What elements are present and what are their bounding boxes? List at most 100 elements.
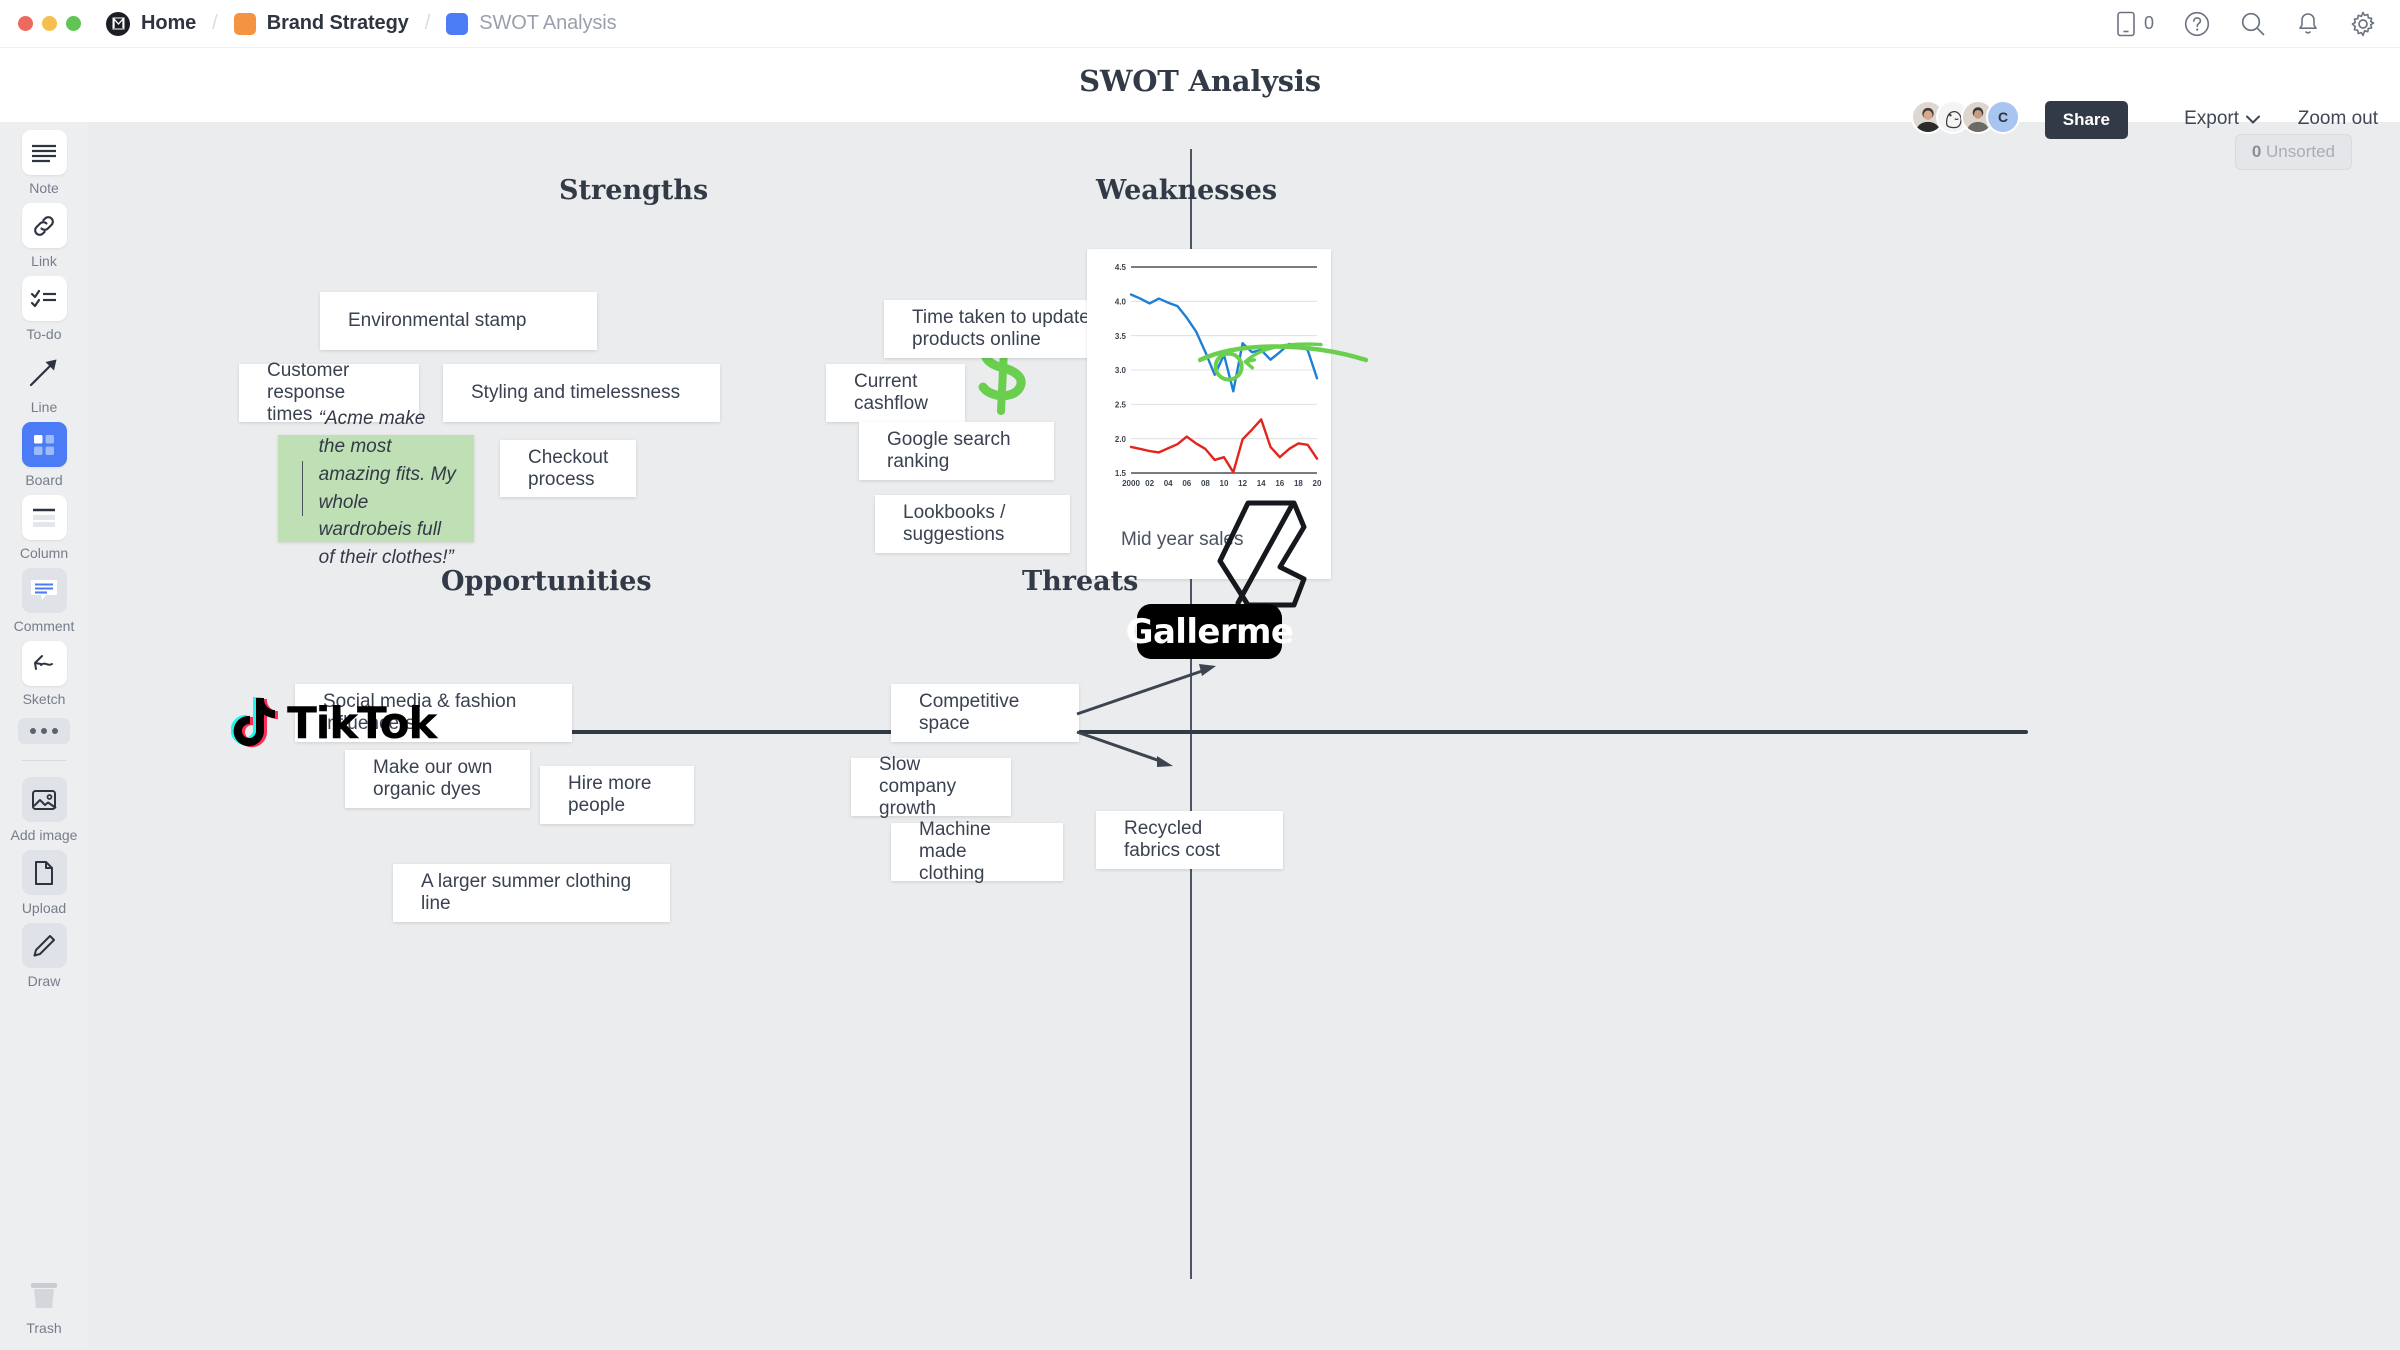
svg-text:16: 16 (1275, 479, 1284, 488)
note-icon (32, 144, 56, 162)
card-text: Checkout process (528, 446, 609, 490)
search-icon[interactable] (2240, 11, 2266, 37)
maximize-window-button[interactable] (66, 16, 81, 31)
sidebar-item-note[interactable]: Note (21, 130, 67, 196)
card-slow-company-growth[interactable]: Slow company growth (851, 754, 1011, 819)
zoom-out-button[interactable]: Zoom out (2298, 108, 2378, 130)
pencil-icon (33, 934, 55, 956)
sidebar-item-board[interactable]: Board (21, 422, 67, 488)
breadcrumb-item-current[interactable]: SWOT Analysis (446, 12, 617, 35)
sidebar-item-draw[interactable]: Draw (21, 923, 67, 989)
sidebar-item-sketch[interactable]: Sketch (21, 641, 67, 707)
pencil-icon-wrap (21, 923, 67, 968)
card-text: Google search ranking (887, 429, 1011, 472)
bell-icon[interactable] (2296, 11, 2320, 37)
sidebar-item-link[interactable]: Link (21, 203, 67, 269)
sidebar-item-upload[interactable]: Upload (21, 850, 67, 916)
help-icon[interactable] (2184, 11, 2210, 37)
sidebar-item-add-image[interactable]: Add image (10, 777, 78, 843)
board-icon-wrap (21, 422, 67, 467)
gear-icon[interactable] (2350, 11, 2376, 37)
sidebar-item-board-label: Board (25, 472, 63, 488)
card-styling-and-timelessness[interactable]: Styling and timelessness (443, 364, 720, 422)
quadrant-title-weaknesses: Weaknesses (1096, 175, 1278, 206)
link-icon (34, 215, 54, 236)
sidebar-item-trash[interactable]: Trash (24, 1275, 64, 1336)
sidebar-item-line-label: Line (30, 399, 58, 415)
avatar[interactable]: C (1986, 100, 2020, 134)
sidebar-divider (22, 760, 66, 761)
sidebar-item-sketch-label: Sketch (22, 691, 66, 707)
mobile-device-count: 0 (2143, 13, 2154, 33)
breadcrumb: Home / Brand Strategy / SWOT Analysis (106, 11, 617, 36)
sidebar-item-line[interactable]: Line (22, 349, 67, 415)
svg-text:02: 02 (1145, 479, 1154, 488)
card-current-cashflow[interactable]: Current cashflow (826, 364, 965, 422)
board-header-bar: SWOT Analysis C Share Export Zoom out (0, 48, 2400, 139)
card-hire-more-people[interactable]: Hire more people (540, 766, 694, 824)
minimize-window-button[interactable] (42, 16, 57, 31)
board-icon (34, 434, 54, 455)
card-lookbooks-suggestions[interactable]: Lookbooks / suggestions (875, 495, 1070, 553)
card-text: A larger summer clothing line (421, 871, 632, 914)
sidebar-item-upload-label: Upload (21, 900, 67, 916)
sketch-icon-wrap (21, 641, 67, 686)
export-button[interactable]: Export (2184, 108, 2260, 130)
link-icon-wrap (21, 203, 67, 248)
breadcrumb-project-label: Brand Strategy (266, 12, 409, 34)
card-make-our-own-organic-dyes[interactable]: Make our own organic dyes (345, 750, 530, 808)
quadrant-title-strengths: Strengths (559, 175, 709, 206)
sidebar-item-comment[interactable]: Comment (14, 568, 74, 634)
mobile-icon (2117, 11, 2135, 36)
more-tools-button[interactable] (18, 718, 70, 744)
card-recycled-fabrics-cost[interactable]: Recycled fabrics cost (1096, 811, 1283, 869)
svg-text:3.0: 3.0 (1115, 366, 1127, 375)
close-window-button[interactable] (18, 16, 33, 31)
unsorted-badge[interactable]: 0 Unsorted (2234, 134, 2352, 170)
svg-text:3.5: 3.5 (1115, 332, 1127, 341)
card-text: Slow company growth (879, 754, 957, 819)
todo-icon (30, 289, 56, 307)
note-icon-wrap (21, 130, 67, 175)
tiktok-note-icon (231, 697, 278, 748)
tiktok-logo-icon[interactable]: TikTok (231, 696, 438, 750)
dot (30, 728, 36, 734)
card-text: Environmental stamp (348, 310, 527, 331)
window-controls[interactable] (18, 16, 81, 31)
chevron-down-icon (2246, 115, 2260, 123)
breadcrumb-separator-2: / (424, 12, 431, 34)
svg-text:2.5: 2.5 (1115, 401, 1127, 410)
milanote-app-window: Home / Brand Strategy / SWOT Analysis 0 (0, 0, 2400, 1350)
share-button[interactable]: Share (2044, 101, 2128, 139)
sidebar-item-column[interactable]: Column (20, 495, 68, 561)
card-customer-quote[interactable]: “Acme make the most amazing fits. My who… (278, 408, 474, 568)
card-environmental-stamp[interactable]: Environmental stamp (320, 292, 597, 350)
gallerme-logo-icon[interactable]: Gallerme (1126, 604, 1294, 659)
breadcrumb-item-project[interactable]: Brand Strategy (233, 12, 409, 35)
card-a-larger-summer-clothing-line[interactable]: A larger summer clothing line (393, 864, 670, 922)
title-bar: Home / Brand Strategy / SWOT Analysis 0 (0, 0, 2400, 48)
card-checkout-process[interactable]: Checkout process (500, 440, 636, 497)
topbar-actions: 0 (2116, 11, 2376, 37)
line-arrow-icon-wrap (22, 349, 67, 394)
image-icon (32, 789, 57, 810)
svg-text:10: 10 (1220, 479, 1229, 488)
svg-text:08: 08 (1201, 479, 1210, 488)
line-arrow-icon (29, 359, 57, 386)
page-title: SWOT Analysis (1079, 64, 1321, 98)
card-machine-made-clothing[interactable]: Machine made clothing (891, 819, 1063, 884)
hexagon-outline-logo-icon[interactable] (1216, 499, 1308, 614)
card-google-search-ranking[interactable]: Google search ranking (859, 422, 1054, 480)
mobile-icon-group[interactable]: 0 (2116, 11, 2154, 37)
sidebar-item-todo-label: To-do (26, 326, 62, 342)
breadcrumb-item-home[interactable]: Home (106, 11, 196, 36)
sidebar-item-todo[interactable]: To-do (21, 276, 67, 342)
quadrant-title-threats: Threats (1022, 566, 1139, 597)
svg-text:20: 20 (1313, 479, 1322, 488)
svg-text:4.0: 4.0 (1115, 298, 1127, 307)
board-canvas[interactable]: 0 Unsorted Strengths Environmental stamp… (88, 122, 2400, 1350)
card-text: Competitive space (919, 691, 1020, 734)
card-competitive-space[interactable]: Competitive space (891, 684, 1079, 742)
sidebar-item-draw-label: Draw (27, 973, 61, 989)
sidebar-item-add-image-label: Add image (10, 827, 78, 843)
